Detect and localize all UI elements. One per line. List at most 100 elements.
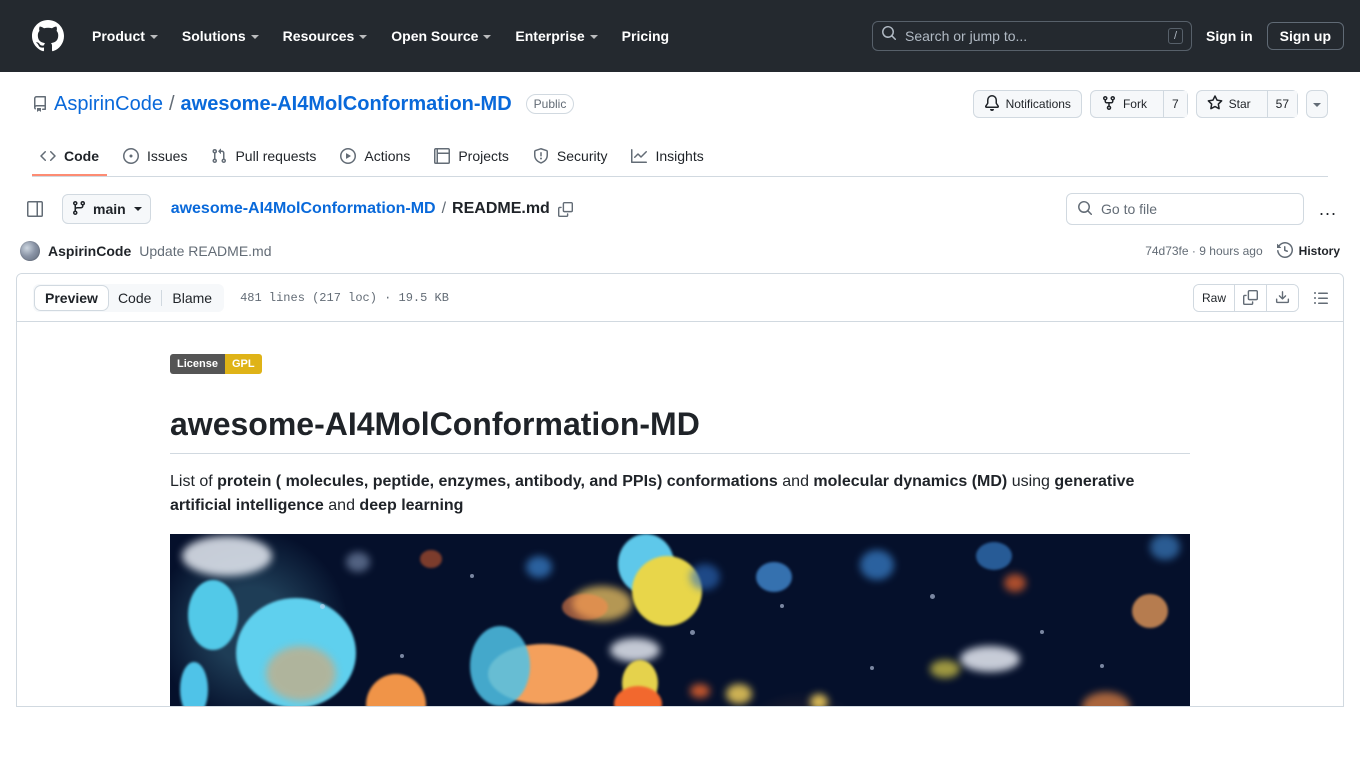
tab-label: Projects <box>458 148 509 164</box>
global-nav-label: Resources <box>283 28 355 44</box>
fork-button-main[interactable]: Fork <box>1091 91 1157 117</box>
commit-meta-separator: · <box>1192 244 1196 258</box>
global-nav-item-product[interactable]: Product <box>80 20 170 52</box>
commit-author[interactable]: AspirinCode <box>48 243 131 259</box>
star-icon <box>1207 95 1223 114</box>
readme-inner: License GPL awesome-AI4MolConformation-M… <box>170 354 1190 707</box>
file-meta: 481 lines (217 loc) · 19.5 KB <box>240 291 449 305</box>
tab-issues[interactable]: Issues <box>115 142 195 176</box>
desc-run: molecular dynamics (MD) <box>813 473 1007 490</box>
breadcrumb-separator: / <box>442 200 446 218</box>
fork-button[interactable]: Fork 7 <box>1090 90 1188 118</box>
more-options-button[interactable]: ... <box>1312 193 1344 225</box>
license-badge-value: GPL <box>225 354 262 374</box>
desc-run: List of <box>170 473 217 490</box>
view-blame-tab[interactable]: Blame <box>162 286 222 310</box>
github-logo-icon[interactable] <box>32 20 64 52</box>
search-shortcut-badge: / <box>1168 28 1183 44</box>
repo-name-link[interactable]: awesome-AI4MolConformation-MD <box>181 93 512 116</box>
desc-run: and <box>324 497 360 514</box>
readme-banner-image <box>170 534 1190 707</box>
desc-run: deep learning <box>359 497 463 514</box>
license-badge[interactable]: License GPL <box>170 354 262 374</box>
commit-hash-and-time: 74d73fe · 9 hours ago <box>1145 244 1262 258</box>
sign-up-button[interactable]: Sign up <box>1267 22 1344 50</box>
avatar[interactable] <box>20 241 40 261</box>
raw-copy-download-group: Raw <box>1193 284 1299 312</box>
star-dropdown-button[interactable] <box>1306 90 1328 118</box>
star-button[interactable]: Star 57 <box>1196 90 1298 118</box>
repo-icon <box>32 96 48 112</box>
visibility-badge: Public <box>526 94 575 114</box>
global-nav-item-solutions[interactable]: Solutions <box>170 20 271 52</box>
breadcrumb-repo-link[interactable]: awesome-AI4MolConformation-MD <box>171 200 436 218</box>
tab-insights[interactable]: Insights <box>623 142 711 176</box>
tab-security[interactable]: Security <box>525 142 616 176</box>
global-header-right: Search or jump to... / Sign in Sign up <box>872 21 1344 51</box>
global-nav: Product Solutions Resources Open Source … <box>80 20 681 52</box>
global-nav-item-pricing[interactable]: Pricing <box>610 20 681 52</box>
global-nav-item-resources[interactable]: Resources <box>271 20 380 52</box>
chevron-down-icon <box>251 35 259 39</box>
commit-relative-time: 9 hours ago <box>1199 244 1262 258</box>
view-code-tab[interactable]: Code <box>108 286 161 310</box>
license-badge-label: License <box>170 354 225 374</box>
shield-icon <box>533 148 549 164</box>
issue-opened-icon <box>123 148 139 164</box>
desc-run: and <box>778 473 814 490</box>
go-to-file-input[interactable]: Go to file <box>1066 193 1304 225</box>
page-title: awesome-AI4MolConformation-MD <box>170 406 1190 454</box>
tab-label: Pull requests <box>235 148 316 164</box>
file-toolbar: Preview Code Blame 481 lines (217 loc) ·… <box>17 274 1343 322</box>
tab-code[interactable]: Code <box>32 142 107 176</box>
download-icon[interactable] <box>1266 285 1298 311</box>
breadcrumb: awesome-AI4MolConformation-MD / README.m… <box>171 200 573 218</box>
raw-button[interactable]: Raw <box>1194 285 1234 311</box>
commit-message[interactable]: Update README.md <box>139 243 271 259</box>
repo-owner-link[interactable]: AspirinCode <box>54 93 163 116</box>
star-button-main[interactable]: Star <box>1197 91 1261 117</box>
copy-icon[interactable] <box>558 202 573 217</box>
repo-title-row: AspirinCode / awesome-AI4MolConformation… <box>32 88 1328 120</box>
file-view-segmented-control: Preview Code Blame <box>33 284 224 312</box>
file-content-box: Preview Code Blame 481 lines (217 loc) ·… <box>16 273 1344 707</box>
breadcrumb-file: README.md <box>452 200 550 218</box>
repo-header: AspirinCode / awesome-AI4MolConformation… <box>0 72 1360 177</box>
copy-icon[interactable] <box>1234 285 1266 311</box>
fork-count: 7 <box>1163 91 1187 117</box>
tab-label: Code <box>64 148 99 164</box>
list-unordered-icon[interactable] <box>1307 284 1335 312</box>
notifications-button[interactable]: Notifications <box>973 90 1082 118</box>
view-preview-tab[interactable]: Preview <box>35 286 108 310</box>
file-nav-right: Go to file ... <box>1066 193 1344 225</box>
desc-run: using <box>1007 473 1054 490</box>
tab-projects[interactable]: Projects <box>426 142 517 176</box>
search-placeholder: Search or jump to... <box>905 28 1160 44</box>
repo-actions: Notifications Fork 7 Star 57 <box>973 90 1328 118</box>
branch-label: main <box>93 201 126 217</box>
bell-icon <box>984 95 1000 114</box>
global-nav-label: Open Source <box>391 28 478 44</box>
commit-hash[interactable]: 74d73fe <box>1145 244 1188 258</box>
repo-title: AspirinCode / awesome-AI4MolConformation… <box>32 93 574 116</box>
tab-pull-requests[interactable]: Pull requests <box>203 142 324 176</box>
desc-run: protein ( molecules, peptide, enzymes, a… <box>217 473 778 490</box>
search-input[interactable]: Search or jump to... / <box>872 21 1192 51</box>
star-label: Star <box>1229 97 1251 111</box>
global-nav-item-enterprise[interactable]: Enterprise <box>503 20 609 52</box>
branch-icon <box>71 200 87 219</box>
history-link[interactable]: History <box>1277 242 1340 261</box>
star-count: 57 <box>1267 91 1297 117</box>
sign-in-button[interactable]: Sign in <box>1206 28 1253 44</box>
history-icon <box>1277 242 1293 261</box>
history-label: History <box>1299 244 1340 258</box>
file-nav: main awesome-AI4MolConformation-MD / REA… <box>0 177 1360 241</box>
notifications-label: Notifications <box>1006 97 1071 111</box>
sidebar-expand-icon[interactable] <box>20 194 50 224</box>
tab-actions[interactable]: Actions <box>332 142 418 176</box>
play-icon <box>340 148 356 164</box>
tab-label: Issues <box>147 148 187 164</box>
global-nav-item-open-source[interactable]: Open Source <box>379 20 503 52</box>
global-nav-label: Enterprise <box>515 28 584 44</box>
branch-selector[interactable]: main <box>62 194 151 224</box>
